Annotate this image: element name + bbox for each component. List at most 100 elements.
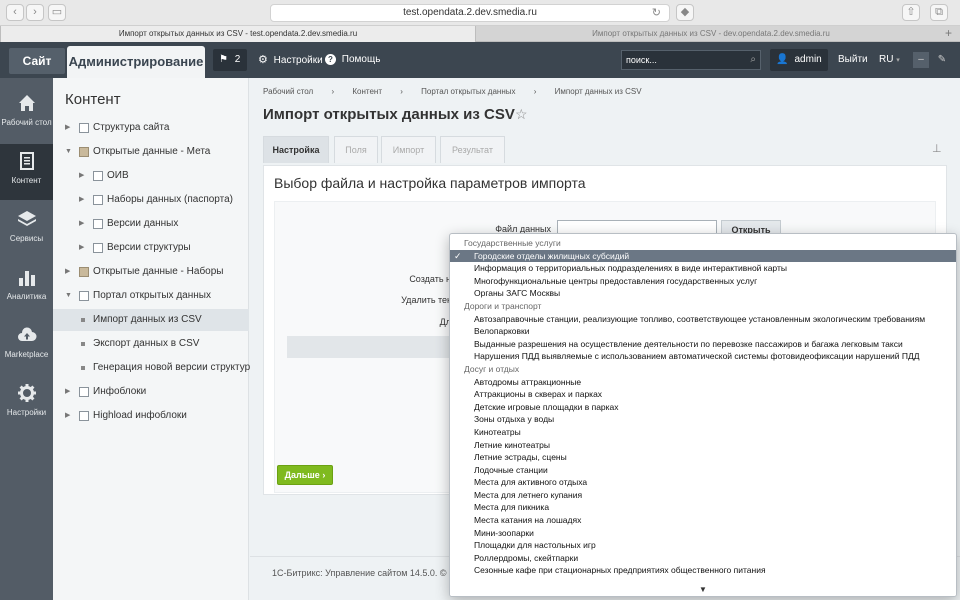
nav-item-settings[interactable]: Настройки: [0, 376, 53, 432]
gear-icon: [17, 384, 36, 402]
dropdown-option[interactable]: Нарушения ПДД выявляемые с использование…: [450, 350, 956, 363]
tree-item[interactable]: Экспорт данных в CSV: [53, 333, 249, 355]
dropdown-option[interactable]: Лодочные станции: [450, 464, 956, 477]
tree-item[interactable]: ▶ Версии данных: [53, 213, 249, 235]
nav-label: Контент: [11, 176, 42, 185]
minus-icon[interactable]: –: [913, 52, 929, 68]
chevron-down-icon[interactable]: ▼: [65, 141, 72, 163]
settings-link[interactable]: ⚙ Настройки: [258, 42, 323, 78]
dataset-dropdown[interactable]: Государственные услуги ✓ Городские отдел…: [449, 233, 957, 597]
notifications-button[interactable]: ⚑ 2: [213, 49, 247, 71]
chevron-down-icon[interactable]: ▼: [65, 285, 72, 307]
tab-fields[interactable]: Поля: [334, 136, 378, 163]
tree-item[interactable]: ▶ Инфоблоки: [53, 381, 249, 403]
browser-tab-inactive[interactable]: Импорт открытых данных из CSV - dev.open…: [476, 26, 946, 42]
nav-item-marketplace[interactable]: Marketplace: [0, 318, 53, 374]
browser-tab-title: Импорт открытых данных из CSV - test.ope…: [118, 29, 358, 38]
chevron-right-icon[interactable]: ▶: [79, 189, 84, 211]
nav-item-desktop[interactable]: Рабочий стол: [0, 86, 53, 142]
dropdown-option[interactable]: Автодромы аттракционные: [450, 376, 956, 389]
chevron-right-icon[interactable]: ▶: [79, 213, 84, 235]
list-icon: [93, 243, 103, 253]
admin-tab[interactable]: Администрирование: [67, 46, 205, 78]
tree-item-label: Инфоблоки: [93, 386, 147, 397]
page-title: Импорт открытых данных из CSV: [263, 106, 515, 123]
dropdown-option[interactable]: Площадки для настольных игр: [450, 539, 956, 552]
tree-item[interactable]: ▶ Highload инфоблоки: [53, 405, 249, 427]
dropdown-option[interactable]: Мини-зоопарки: [450, 527, 956, 540]
chevron-right-icon[interactable]: ▶: [79, 237, 84, 259]
site-button[interactable]: Сайт: [9, 48, 65, 74]
dropdown-option[interactable]: Летние эстрады, сцены: [450, 451, 956, 464]
scroll-down-icon[interactable]: ▼: [450, 584, 956, 596]
tree-item[interactable]: Генерация новой версии структуры: [53, 357, 257, 379]
tree-item[interactable]: ▶ Версии структуры: [53, 237, 249, 259]
sidebar-toggle-icon[interactable]: ▭: [48, 4, 66, 21]
dropdown-option[interactable]: Места для пикника: [450, 501, 956, 514]
footer-text: 1С-Битрикс: Управление сайтом 14.5.0. © …: [272, 568, 455, 578]
next-button[interactable]: Дальше ›: [277, 465, 333, 485]
breadcrumb-item[interactable]: Контент: [352, 87, 382, 96]
language-selector[interactable]: RU ▾: [879, 42, 900, 78]
help-link[interactable]: ? Помощь: [325, 42, 380, 78]
tree-item[interactable]: ▼ Портал открытых данных: [53, 285, 249, 307]
dropdown-option[interactable]: Места катания на лошадях: [450, 514, 956, 527]
logout-link[interactable]: Выйти: [838, 42, 868, 78]
tab-import[interactable]: Импорт: [381, 136, 436, 163]
breadcrumb-item[interactable]: Портал открытых данных: [421, 87, 515, 96]
tree-item[interactable]: ▶ Наборы данных (паспорта): [53, 189, 249, 211]
new-tab-icon[interactable]: +: [945, 26, 952, 41]
dropdown-option[interactable]: Автозаправочные станции, реализующие топ…: [450, 313, 956, 326]
dropdown-option[interactable]: Кинотеатры: [450, 426, 956, 439]
dropdown-option[interactable]: Роллердромы, скейтпарки: [450, 552, 956, 565]
dropdown-option[interactable]: Выданные разрешения на осуществление дея…: [450, 338, 956, 351]
tree-item[interactable]: ▼ Открытые данные - Мета: [53, 141, 249, 163]
dropdown-option[interactable]: Аттракционы в скверах и парках: [450, 388, 956, 401]
chevron-right-icon[interactable]: ▶: [65, 261, 70, 283]
forward-button[interactable]: ›: [26, 4, 44, 21]
back-button[interactable]: ‹: [6, 4, 24, 21]
tab-result[interactable]: Результат: [440, 136, 505, 163]
tree-item-label: Импорт данных из CSV: [93, 314, 202, 325]
nav-item-services[interactable]: Сервисы: [0, 202, 53, 258]
address-bar[interactable]: test.opendata.2.dev.smedia.ru ↻: [270, 4, 670, 22]
dropdown-option[interactable]: Места для летнего купания: [450, 489, 956, 502]
chevron-right-icon[interactable]: ▶: [65, 405, 70, 427]
dropdown-option[interactable]: Летние кинотеатры: [450, 439, 956, 452]
tab-settings[interactable]: Настройка: [263, 136, 329, 163]
browser-tab-active[interactable]: Импорт открытых данных из CSV - test.ope…: [0, 26, 476, 42]
nav-item-content[interactable]: Контент: [0, 144, 53, 200]
tree-item[interactable]: ▶ ОИВ: [53, 165, 249, 187]
breadcrumb-item[interactable]: Рабочий стол: [263, 87, 313, 96]
dropdown-option-selected[interactable]: ✓ Городские отделы жилищных субсидий: [450, 249, 956, 263]
chevron-right-icon[interactable]: ▶: [79, 165, 84, 187]
portal-icon: [79, 291, 89, 301]
extension-icon[interactable]: ◆: [676, 4, 694, 21]
breadcrumb-item[interactable]: Импорт данных из CSV: [555, 87, 642, 96]
dropdown-option[interactable]: Зоны отдыха у воды: [450, 413, 956, 426]
chevron-right-icon[interactable]: ▶: [65, 381, 70, 403]
pin-icon[interactable]: ⊥: [932, 142, 942, 155]
star-icon[interactable]: ☆: [515, 106, 528, 123]
pin-icon[interactable]: ✎: [934, 52, 950, 68]
dropdown-option[interactable]: Места для активного отдыха: [450, 476, 956, 489]
tree-item-active[interactable]: Импорт данных из CSV: [53, 309, 249, 331]
tabs-overview-icon[interactable]: ⧉: [930, 4, 948, 21]
dropdown-option[interactable]: Велопарковки: [450, 325, 956, 338]
dropdown-option[interactable]: Органы ЗАГС Москвы: [450, 287, 956, 300]
dropdown-option[interactable]: Многофункциональные центры предоставлени…: [450, 275, 956, 288]
nav-item-analytics[interactable]: Аналитика: [0, 260, 53, 316]
dropdown-option[interactable]: Сезонные кафе при стационарных предприят…: [450, 564, 956, 577]
chevron-right-icon[interactable]: ▶: [65, 117, 70, 139]
user-button[interactable]: 👤 admin: [770, 49, 828, 71]
tree-item[interactable]: ▶ Открытые данные - Наборы: [53, 261, 249, 283]
search-icon[interactable]: ⌕: [750, 51, 756, 69]
dropdown-option[interactable]: Информация о территориальных подразделен…: [450, 262, 956, 275]
delete-label: Удалить тек: [401, 295, 451, 305]
share-icon[interactable]: ⇧: [902, 4, 920, 21]
dropdown-option[interactable]: Детские игровые площадки в парках: [450, 401, 956, 414]
reload-icon[interactable]: ↻: [652, 5, 661, 21]
tree-item[interactable]: ▶ Структура сайта: [53, 117, 249, 139]
search-input[interactable]: поиск... ⌕: [621, 50, 761, 70]
tree-item-label: Наборы данных (паспорта): [107, 194, 233, 205]
